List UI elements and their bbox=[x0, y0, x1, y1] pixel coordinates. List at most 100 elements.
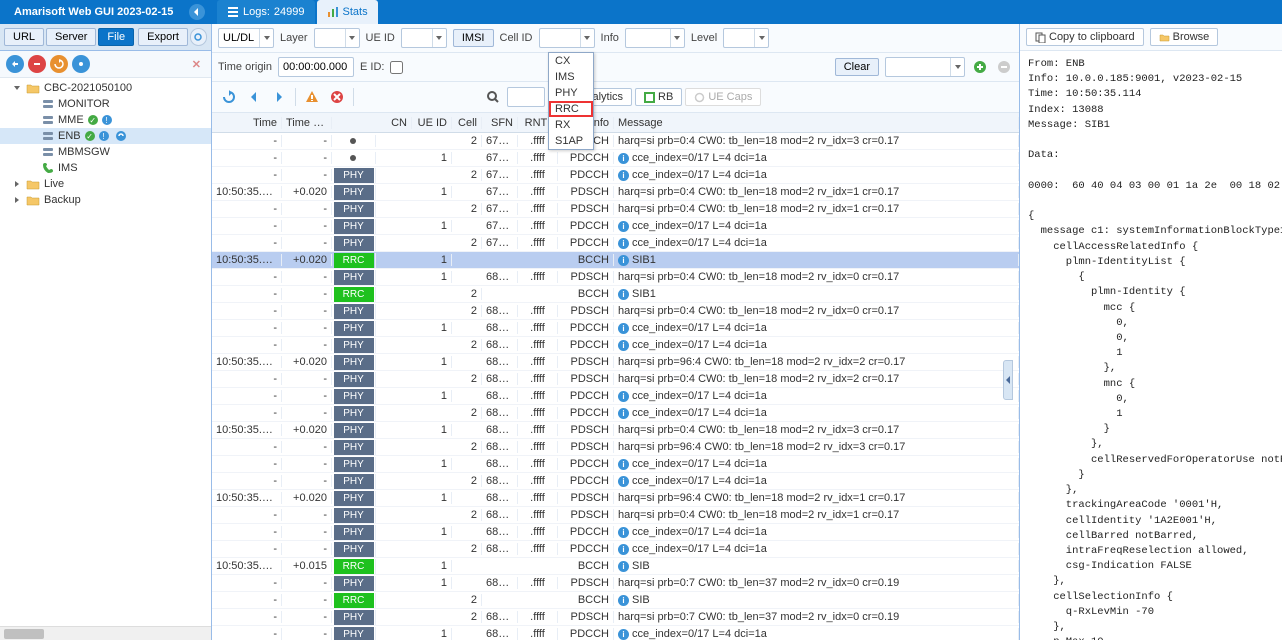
log-row[interactable]: --PHY2678.5.ffffPDCCHicce_index=0/17 L=4… bbox=[212, 235, 1019, 252]
add-icon[interactable] bbox=[971, 58, 989, 76]
copy-button[interactable]: Copy to clipboard bbox=[1026, 28, 1144, 46]
log-row[interactable]: --2676.5.ffffPDSCHharq=si prb=0:4 CW0: t… bbox=[212, 133, 1019, 150]
col-cn[interactable]: CN bbox=[376, 117, 412, 129]
tree-item-monitor[interactable]: MONITOR bbox=[0, 96, 211, 112]
log-row[interactable]: --PHY2682.5.ffffPDCCHicce_index=0/17 L=4… bbox=[212, 405, 1019, 422]
layer-combo[interactable] bbox=[314, 28, 360, 48]
log-row[interactable]: --PHY2686.5.ffffPDCCHicce_index=0/17 L=4… bbox=[212, 541, 1019, 558]
dropdown-item-rx[interactable]: RX bbox=[549, 117, 593, 133]
log-row[interactable]: 10:50:35.174+0.020PHY1686.5.ffffPDSCHhar… bbox=[212, 490, 1019, 507]
search-input[interactable] bbox=[507, 87, 545, 107]
sidebar-scrollbar[interactable] bbox=[0, 626, 211, 640]
time-origin-input[interactable] bbox=[278, 57, 354, 77]
preset-combo[interactable] bbox=[885, 57, 965, 77]
settings-icon[interactable] bbox=[72, 55, 90, 73]
log-row[interactable]: --PHY2680.5.ffffPDSCHharq=si prb=0:4 CW0… bbox=[212, 303, 1019, 320]
disconnect-icon[interactable] bbox=[28, 55, 46, 73]
log-row[interactable]: 10:50:35.094+0.020PHY1678.5.ffffPDSCHhar… bbox=[212, 184, 1019, 201]
col-cell[interactable]: Cell bbox=[452, 117, 482, 129]
cellid-label: Cell ID bbox=[500, 32, 533, 44]
remove-icon[interactable] bbox=[995, 58, 1013, 76]
col-diff[interactable]: Time diff bbox=[282, 117, 332, 129]
log-row[interactable]: --PHY2686.5.ffffPDSCHharq=si prb=0:4 CW0… bbox=[212, 507, 1019, 524]
refresh-icon[interactable] bbox=[50, 55, 68, 73]
info-combo[interactable] bbox=[625, 28, 685, 48]
ueid-combo[interactable] bbox=[401, 28, 447, 48]
dropdown-item-phy[interactable]: PHY bbox=[549, 85, 593, 101]
tree-item-ims[interactable]: IMS bbox=[0, 160, 211, 176]
col-ueid[interactable]: UE ID bbox=[412, 117, 452, 129]
log-row[interactable]: --PHY2682.5.ffffPDSCHharq=si prb=0:4 CW0… bbox=[212, 371, 1019, 388]
log-row[interactable]: 10:50:35.154+0.020PHY1684.5.ffffPDSCHhar… bbox=[212, 422, 1019, 439]
sidebar-toolbar: URL Server File Export bbox=[0, 24, 211, 51]
reload-icon[interactable] bbox=[218, 86, 240, 108]
warning-icon[interactable] bbox=[301, 86, 323, 108]
ueid-label: UE ID bbox=[366, 32, 395, 44]
tab-stats[interactable]: Stats bbox=[317, 0, 378, 24]
chart-icon bbox=[327, 6, 339, 18]
log-row[interactable]: --PHY1680.5.ffffPDSCHharq=si prb=0:4 CW0… bbox=[212, 269, 1019, 286]
log-row[interactable]: --PHY1680.5.ffffPDCCHicce_index=0/17 L=4… bbox=[212, 320, 1019, 337]
close-icon[interactable]: ✕ bbox=[188, 58, 205, 71]
tab-logs[interactable]: Logs: 24999 bbox=[217, 0, 315, 24]
log-row[interactable]: --PHY2678.5.ffffPDSCHharq=si prb=0:4 CW0… bbox=[212, 201, 1019, 218]
log-row[interactable]: 10:50:35.189+0.015RRC1BCCHiSIB bbox=[212, 558, 1019, 575]
top-tabs: Amarisoft Web GUI 2023-02-15 Logs: 24999… bbox=[0, 0, 1282, 24]
log-row[interactable]: --PHY1688.0.ffffPDSCHharq=si prb=0:7 CW0… bbox=[212, 575, 1019, 592]
file-button[interactable]: File bbox=[98, 28, 134, 46]
connect-icon[interactable] bbox=[6, 55, 24, 73]
export-settings-icon[interactable] bbox=[190, 28, 207, 46]
error-icon[interactable] bbox=[326, 86, 348, 108]
browse-button[interactable]: Browse bbox=[1150, 28, 1219, 46]
dropdown-item-cx[interactable]: CX bbox=[549, 53, 593, 69]
log-row[interactable]: --PHY1688.0.ffffPDCCHicce_index=0/17 L=4… bbox=[212, 626, 1019, 640]
tree-item-mbmsgw[interactable]: MBMSGW bbox=[0, 144, 211, 160]
cellid-combo[interactable] bbox=[539, 28, 595, 48]
tree-item-mme[interactable]: MME✓! bbox=[0, 112, 211, 128]
imsi-button[interactable]: IMSI bbox=[453, 29, 494, 47]
sidebar: URL Server File Export ✕ CBC-2021050100M… bbox=[0, 24, 212, 640]
back-icon[interactable] bbox=[243, 86, 265, 108]
log-row[interactable]: --PHY2680.5.ffffPDCCHicce_index=0/17 L=4… bbox=[212, 337, 1019, 354]
level-combo[interactable] bbox=[723, 28, 769, 48]
tree-item-cbc-2021050100[interactable]: CBC-2021050100 bbox=[0, 80, 211, 96]
expand-handle[interactable] bbox=[1003, 360, 1013, 400]
log-table: Time Time diff CN UE ID Cell SFN RNTI In… bbox=[212, 113, 1019, 640]
log-row[interactable]: --1676.5.ffffPDCCHicce_index=0/17 L=4 dc… bbox=[212, 150, 1019, 167]
uldl-combo[interactable] bbox=[218, 28, 274, 48]
col-time[interactable]: Time bbox=[212, 117, 282, 129]
search-icon[interactable] bbox=[482, 86, 504, 108]
log-row[interactable]: --PHY2688.0.ffffPDSCHharq=si prb=0:7 CW0… bbox=[212, 609, 1019, 626]
log-row[interactable]: 10:50:35.134+0.020PHY1682.5.ffffPDSCHhar… bbox=[212, 354, 1019, 371]
log-row[interactable]: --RRC2BCCHiSIB bbox=[212, 592, 1019, 609]
col-sfn[interactable]: SFN bbox=[482, 117, 518, 129]
log-row[interactable]: --PHY2684.5.ffffPDCCHicce_index=0/17 L=4… bbox=[212, 473, 1019, 490]
tree-item-backup[interactable]: Backup bbox=[0, 192, 211, 208]
log-row[interactable]: --PHY1678.5.ffffPDCCHicce_index=0/17 L=4… bbox=[212, 218, 1019, 235]
log-row[interactable]: --PHY1682.5.ffffPDCCHicce_index=0/17 L=4… bbox=[212, 388, 1019, 405]
col-msg[interactable]: Message bbox=[614, 117, 1019, 129]
log-row[interactable]: --PHY2684.5.ffffPDSCHharq=si prb=96:4 CW… bbox=[212, 439, 1019, 456]
tree-item-live[interactable]: Live bbox=[0, 176, 211, 192]
ueid-checkbox[interactable] bbox=[390, 61, 403, 74]
log-row[interactable]: 10:50:35.114+0.020RRC1BCCHiSIB1 bbox=[212, 252, 1019, 269]
sidebar-collapse-icon[interactable] bbox=[189, 4, 205, 20]
dropdown-item-ims[interactable]: IMS bbox=[549, 69, 593, 85]
url-button[interactable]: URL bbox=[4, 28, 44, 46]
log-row[interactable]: --PHY1686.5.ffffPDCCHicce_index=0/17 L=4… bbox=[212, 524, 1019, 541]
log-row[interactable]: --PHY2676.5.ffffPDCCHicce_index=0/17 L=4… bbox=[212, 167, 1019, 184]
log-row[interactable]: --RRC2BCCHiSIB1 bbox=[212, 286, 1019, 303]
export-button[interactable]: Export bbox=[138, 28, 188, 46]
server-button[interactable]: Server bbox=[46, 28, 96, 46]
log-row[interactable]: --PHY1684.5.ffffPDCCHicce_index=0/17 L=4… bbox=[212, 456, 1019, 473]
clear-button[interactable]: Clear bbox=[835, 58, 879, 76]
dropdown-item-rrc[interactable]: RRC bbox=[549, 101, 593, 117]
tab-logs-count: 24999 bbox=[274, 6, 305, 18]
dropdown-item-s1ap[interactable]: S1AP bbox=[549, 133, 593, 149]
layer-dropdown[interactable]: CXIMSPHYRRCRXS1AP bbox=[548, 52, 594, 150]
forward-icon[interactable] bbox=[268, 86, 290, 108]
sidebar-toolbar-2: ✕ bbox=[0, 51, 211, 78]
rb-chip[interactable]: RB bbox=[635, 88, 682, 106]
tree-item-enb[interactable]: ENB✓! bbox=[0, 128, 211, 144]
tool-row: Analytics RB UE Caps bbox=[212, 82, 1019, 113]
